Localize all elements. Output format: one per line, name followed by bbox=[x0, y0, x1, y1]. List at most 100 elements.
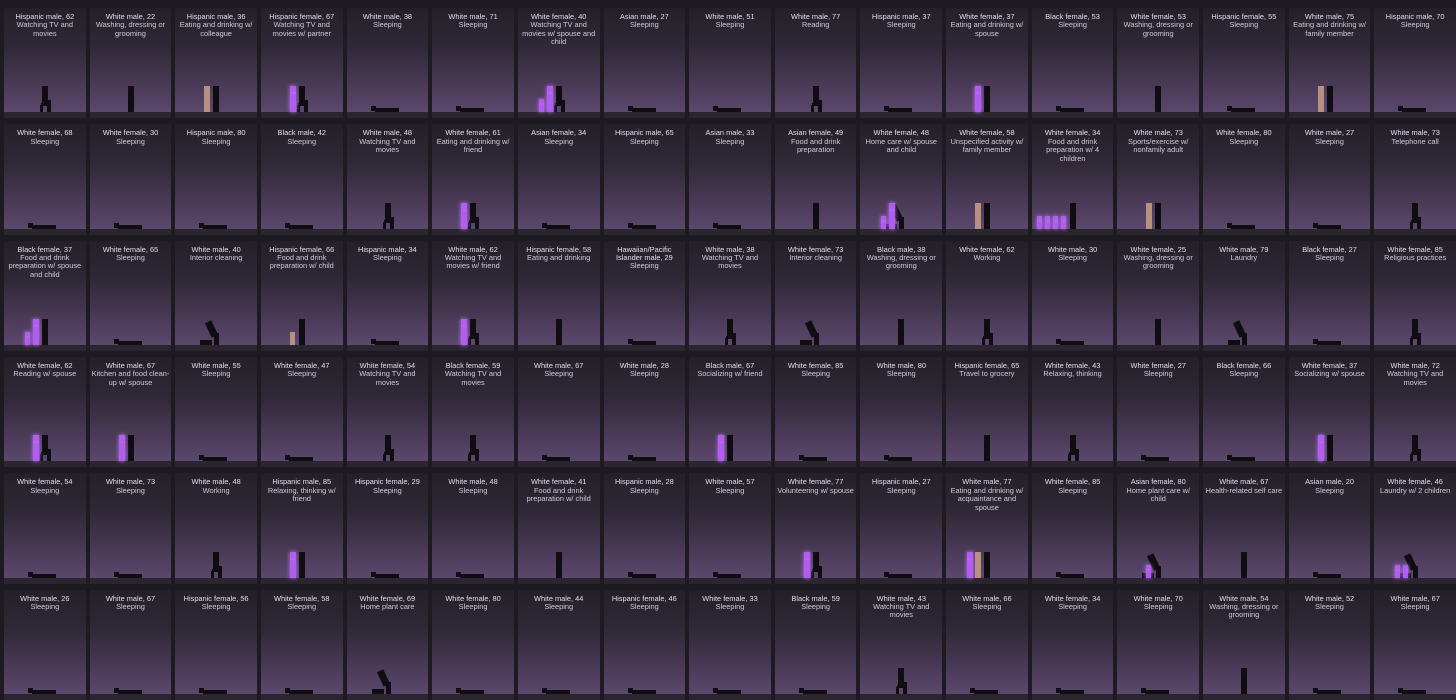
activity-label: Sleeping bbox=[715, 136, 745, 146]
standing-figure-head bbox=[984, 435, 991, 442]
sleeping-figure-head bbox=[627, 571, 633, 577]
cell-caption: Asian male, 27 Sleeping bbox=[606, 12, 684, 30]
sleeping-figure bbox=[888, 108, 913, 113]
bending-figure-body bbox=[205, 320, 219, 338]
companion-child-figure bbox=[538, 103, 544, 113]
sitting-figure-legs bbox=[982, 338, 986, 345]
sitting-figure-legs bbox=[296, 105, 300, 113]
grid-cell: White male, 67 Kitchen and food clean-up … bbox=[89, 357, 172, 468]
cell-caption: Asian female, 34 Sleeping bbox=[520, 128, 598, 146]
sitting-figure-legs bbox=[40, 105, 43, 113]
sleeping-figure bbox=[117, 573, 142, 578]
grid-cell: White male, 80 Sleeping bbox=[860, 357, 943, 468]
companion-figure bbox=[289, 92, 296, 113]
standing-figure bbox=[727, 441, 734, 462]
grid-cell: Black female, 59 Watching TV and movies bbox=[432, 357, 514, 468]
sleeping-figure bbox=[203, 224, 228, 229]
sitting-figure bbox=[298, 92, 305, 104]
grid-cell: White female, 85 Sleeping bbox=[1031, 473, 1114, 584]
companion-child-figure bbox=[1060, 219, 1066, 229]
grid-cell: White female, 43 Relaxing, thinking bbox=[1031, 357, 1114, 468]
sleeping-figure-head bbox=[1312, 222, 1318, 228]
activity-label: Sleeping bbox=[886, 369, 916, 379]
activity-label: Watching TV and movies bbox=[359, 136, 416, 155]
sleeping-figure-head bbox=[199, 455, 205, 461]
standing-figure-head bbox=[1069, 202, 1076, 209]
sleeping-figure bbox=[545, 224, 570, 229]
companion-figure bbox=[118, 441, 125, 462]
sitting-figure bbox=[1412, 441, 1419, 453]
companion-head bbox=[461, 319, 468, 325]
sleeping-figure-head bbox=[1141, 688, 1147, 693]
activity-label: Food and drink preparation w/ 4 children bbox=[1046, 136, 1100, 163]
activity-label: Eating and drinking w/ colleague bbox=[179, 20, 253, 38]
cell-caption: White male, 52 Sleeping bbox=[1291, 594, 1369, 612]
companion-head bbox=[1317, 435, 1324, 442]
sitting-figure bbox=[470, 325, 477, 336]
sleeping-figure bbox=[631, 690, 656, 694]
companion-head bbox=[546, 86, 553, 93]
standing-figure bbox=[984, 441, 991, 462]
grid-cell: White female, 48 Home care w/ spouse and … bbox=[860, 124, 943, 235]
sleeping-figure bbox=[288, 457, 313, 462]
grid-cell: Black female, 53 Sleeping bbox=[1031, 8, 1114, 119]
standing-figure-head bbox=[555, 551, 562, 558]
activity-label: Watching TV and movies bbox=[16, 20, 73, 38]
cell-caption: White female, 46 Laundry w/ 2 children bbox=[1376, 477, 1454, 495]
cell-caption: Hispanic female, 56 Sleeping bbox=[177, 594, 255, 612]
activity-label: Watching TV and movies w/ spouse and chi… bbox=[522, 20, 596, 47]
activity-label: Sleeping bbox=[373, 485, 402, 495]
grid-cell: Black male, 38 Washing, dressing or groom… bbox=[860, 240, 943, 351]
activity-label: Sleeping bbox=[201, 369, 231, 379]
companion-head bbox=[118, 435, 125, 442]
sleeping-figure bbox=[631, 224, 656, 229]
activity-label: Health-related self care bbox=[1205, 485, 1283, 495]
activity-label: Sleeping bbox=[886, 485, 916, 495]
grid-cell: White female, 65 Sleeping bbox=[89, 240, 172, 351]
activity-label: Sleeping bbox=[30, 485, 60, 495]
grid-cell: White female, 62 Reading w/ spouse bbox=[4, 357, 86, 468]
activity-label: Unspecified activity w/ family member bbox=[950, 136, 1024, 155]
companion-child-head bbox=[881, 215, 887, 220]
grid-cell: Hawaiian/Pacific Islander male, 29 Sleepi… bbox=[603, 240, 686, 351]
standing-figure bbox=[213, 92, 220, 113]
cell-caption: White female, 73 Interior cleaning bbox=[777, 245, 855, 263]
cell-caption: White female, 80 Sleeping bbox=[434, 594, 512, 612]
standing-figure bbox=[1069, 208, 1076, 229]
grid-cell: Black female, 66 Sleeping bbox=[1203, 357, 1285, 468]
portrait-grid: Hispanic male, 62 Watching TV and movies W… bbox=[4, 8, 1456, 700]
companion-child-figure bbox=[1044, 219, 1050, 229]
sleeping-figure bbox=[288, 690, 313, 694]
cell-caption: White female, 68 Sleeping bbox=[6, 128, 84, 146]
grid-cell: Asian male, 27 Sleeping bbox=[603, 8, 686, 119]
grid-cell: White female, 30 Sleeping bbox=[89, 124, 172, 235]
sitting-figure-head bbox=[42, 86, 48, 93]
sleeping-figure bbox=[32, 573, 56, 578]
grid-cell: White female, 33 Sleeping bbox=[689, 589, 771, 700]
companion-head bbox=[289, 86, 296, 93]
sitting-figure-legs bbox=[1410, 454, 1414, 462]
sleeping-figure bbox=[631, 573, 656, 578]
cell-caption: Black female, 37 Food and drink preparati… bbox=[6, 245, 84, 280]
sleeping-figure-head bbox=[713, 688, 719, 693]
activity-label: Sleeping bbox=[116, 136, 145, 146]
cell-caption: White male, 51 Sleeping bbox=[691, 12, 769, 30]
grid-cell: Black male, 59 Sleeping bbox=[774, 589, 857, 700]
standing-figure bbox=[1155, 325, 1162, 345]
activity-label: Sleeping bbox=[1143, 602, 1173, 612]
sitting-figure-head bbox=[1412, 319, 1419, 325]
companion-child-head bbox=[538, 99, 544, 104]
companion-head bbox=[975, 86, 982, 93]
sleeping-figure bbox=[117, 224, 142, 229]
standing-figure bbox=[555, 325, 562, 345]
activity-label: Working bbox=[973, 253, 1001, 263]
cell-caption: Hispanic male, 36 Eating and drinking w/ … bbox=[177, 12, 255, 38]
grid-cell: White male, 27 Sleeping bbox=[1288, 124, 1371, 235]
activity-label: Home plant care bbox=[360, 602, 415, 612]
cell-caption: White female, 30 Sleeping bbox=[92, 128, 170, 146]
grid-cell: White male, 66 Sleeping bbox=[946, 589, 1028, 700]
sleeping-figure bbox=[1231, 457, 1256, 462]
cell-caption: White female, 85 Sleeping bbox=[1034, 477, 1112, 495]
grid-cell: White female, 37 Eating and drinking w/ s… bbox=[946, 8, 1028, 119]
activity-label: Food and drink preparation w/ child bbox=[269, 253, 334, 271]
